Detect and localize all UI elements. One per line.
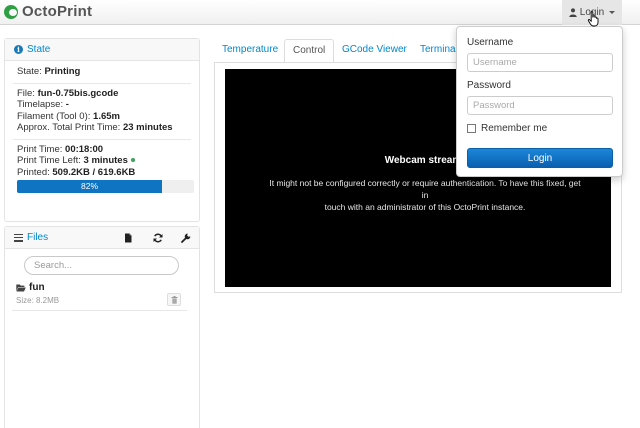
file-name: fun bbox=[29, 282, 45, 293]
state-panel-title: State bbox=[27, 44, 51, 55]
password-input[interactable] bbox=[467, 96, 613, 115]
delete-file-button[interactable] bbox=[167, 293, 181, 306]
files-search-input[interactable] bbox=[24, 256, 179, 275]
main-tabs: Temperature Control GCode Viewer Termina… bbox=[214, 39, 464, 63]
filament-line: Filament (Tool 0): 1.65m bbox=[17, 110, 120, 122]
folder-open-icon bbox=[16, 284, 26, 292]
refresh-icon[interactable] bbox=[153, 233, 163, 243]
info-icon: i bbox=[14, 45, 23, 54]
print-progress-bar: 82% bbox=[17, 180, 163, 193]
print-progress: 82% bbox=[17, 180, 194, 193]
caret-down-icon bbox=[609, 11, 616, 14]
tab-gcode-viewer[interactable]: GCode Viewer bbox=[334, 39, 415, 63]
brand-name: OctoPrint bbox=[22, 3, 93, 20]
print-time-line: Print Time: 00:18:00 bbox=[17, 143, 104, 155]
octoprint-logo-icon bbox=[3, 4, 19, 20]
username-label: Username bbox=[467, 37, 514, 48]
printed-value: 509.2KB / 619.6KB bbox=[52, 166, 136, 178]
list-icon bbox=[14, 233, 23, 242]
state-panel-header[interactable]: i State bbox=[5, 39, 199, 61]
print-time-value: 00:18:00 bbox=[65, 143, 104, 155]
tab-temperature[interactable]: Temperature bbox=[214, 39, 286, 63]
approx-time-line: Approx. Total Print Time: 23 minutes bbox=[17, 122, 173, 133]
navbar: OctoPrint Login bbox=[0, 0, 640, 25]
state-value: Printing bbox=[44, 66, 81, 77]
file-line: File: fun-0.75bis.gcode bbox=[17, 87, 119, 99]
webcam-error-message: It might not be configured correctly or … bbox=[269, 178, 581, 212]
estimate-indicator-icon bbox=[130, 158, 135, 163]
brand[interactable]: OctoPrint bbox=[3, 3, 92, 20]
files-panel-title: Files bbox=[27, 232, 49, 243]
printed-line: Printed: 509.2KB / 619.6KB bbox=[17, 166, 136, 178]
timelapse-line: Timelapse: - bbox=[17, 99, 69, 110]
wrench-icon[interactable] bbox=[181, 233, 191, 243]
username-input[interactable] bbox=[467, 53, 613, 72]
file-upload-icon[interactable] bbox=[123, 233, 133, 243]
user-icon bbox=[569, 8, 577, 17]
login-button[interactable]: Login bbox=[467, 148, 613, 168]
file-size: Size: 8.2MB bbox=[16, 296, 60, 305]
file-value: fun-0.75bis.gcode bbox=[37, 87, 119, 99]
time-left-line: Print Time Left: 3 minutes bbox=[17, 155, 199, 167]
timelapse-value: - bbox=[65, 99, 69, 110]
time-left-value: 3 minutes bbox=[83, 155, 128, 166]
files-panel-header[interactable]: Files bbox=[5, 227, 199, 249]
hand-cursor-icon bbox=[587, 11, 599, 27]
trash-icon bbox=[171, 295, 177, 304]
state-panel: i State State: Printing File: fun-0.75bi… bbox=[4, 38, 200, 222]
remember-me-option[interactable]: Remember me bbox=[467, 123, 547, 134]
login-dropdown: Username Password Remember me Login bbox=[456, 26, 623, 177]
remember-me-label: Remember me bbox=[481, 123, 548, 134]
filament-value: 1.65m bbox=[93, 110, 120, 122]
file-list-item[interactable]: fun Size: 8.2MB bbox=[12, 280, 187, 311]
remember-me-checkbox[interactable] bbox=[467, 124, 476, 133]
tab-control[interactable]: Control bbox=[284, 39, 335, 63]
state-line: State: Printing bbox=[17, 66, 81, 77]
password-label: Password bbox=[467, 80, 511, 91]
approx-time-value: 23 minutes bbox=[122, 122, 173, 133]
